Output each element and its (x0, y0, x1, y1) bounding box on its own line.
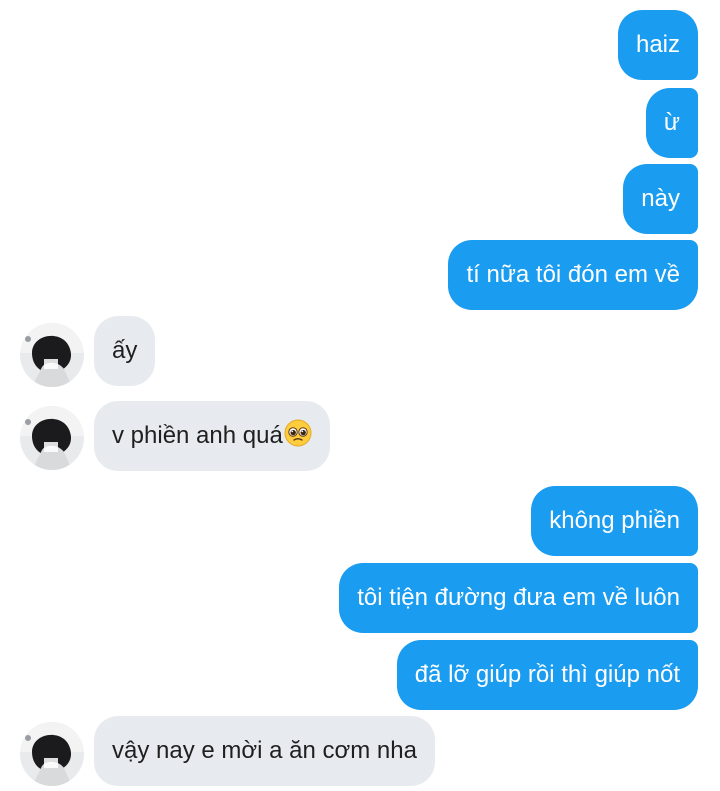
pleading-face-icon (284, 419, 312, 454)
contact-avatar[interactable] (20, 406, 84, 470)
contact-avatar[interactable] (20, 722, 84, 786)
message-text: không phiền (549, 507, 680, 534)
avatar-photo-icon (20, 406, 84, 470)
message-bubble-sent[interactable]: tôi tiện đường đưa em về luôn (339, 563, 698, 633)
message-bubble-sent[interactable]: đã lỡ giúp rồi thì giúp nốt (396, 640, 698, 710)
message-bubble-sent[interactable]: tí nữa tôi đón em về (448, 240, 698, 310)
avatar-photo-icon (20, 323, 84, 387)
message-bubble-sent[interactable]: ừ (645, 88, 698, 158)
avatar-photo-icon (20, 722, 84, 786)
message-bubble-sent[interactable]: không phiền (531, 486, 698, 556)
message-text: ấy (112, 337, 138, 364)
message-bubble-sent[interactable]: này (623, 164, 698, 234)
message-text: ừ (663, 109, 680, 136)
message-text: tôi tiện đường đưa em về luôn (357, 584, 680, 611)
message-text: này (641, 185, 680, 212)
message-bubble-received[interactable]: ấy (94, 316, 156, 386)
message-text: đã lỡ giúp rồi thì giúp nốt (414, 661, 680, 688)
message-text: vậy nay e mời a ăn cơm nha (112, 737, 417, 764)
message-bubble-received[interactable]: v phiền anh quá (94, 401, 330, 471)
message-bubble-sent[interactable]: haiz (617, 10, 698, 80)
message-text: haiz (635, 31, 680, 58)
message-text: v phiền anh quá (112, 422, 283, 449)
message-bubble-received[interactable]: vậy nay e mời a ăn cơm nha (94, 716, 435, 786)
message-text: tí nữa tôi đón em về (466, 261, 680, 288)
contact-avatar[interactable] (20, 323, 84, 387)
